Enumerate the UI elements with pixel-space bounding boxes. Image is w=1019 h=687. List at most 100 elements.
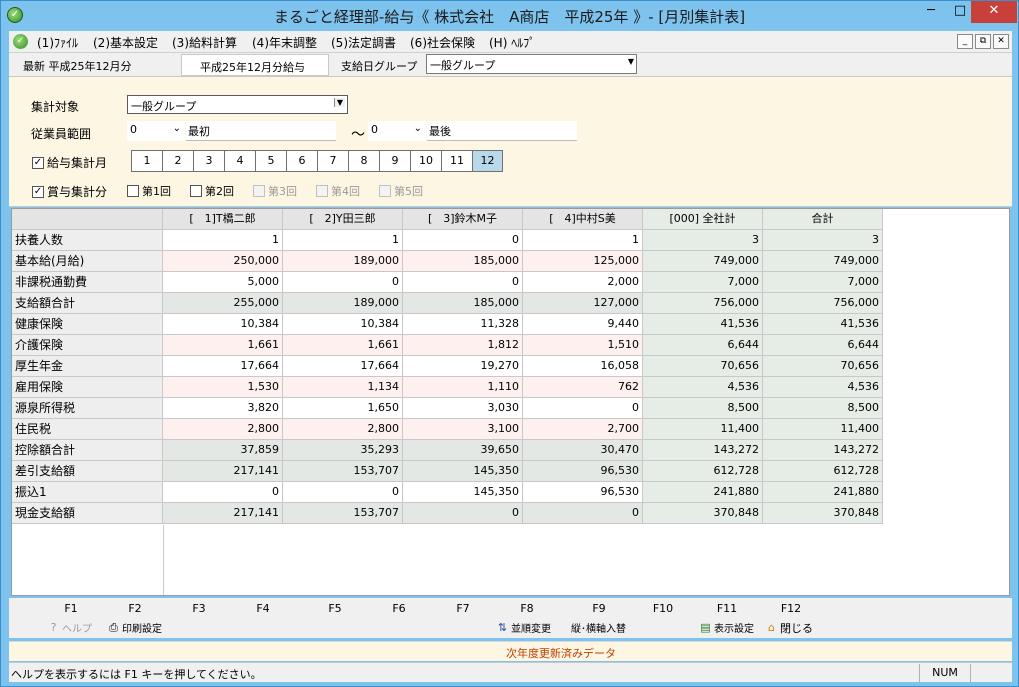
table-cell[interactable]: 127,000 bbox=[523, 293, 643, 314]
month-7[interactable]: 7 bbox=[317, 150, 348, 172]
menu-legal-reports[interactable]: (5)法定調書 bbox=[331, 34, 396, 51]
swap-axis-command[interactable]: 縦･横軸入替 bbox=[571, 620, 626, 635]
month-1[interactable]: 1 bbox=[131, 150, 162, 172]
month-11[interactable]: 11 bbox=[441, 150, 472, 172]
mdi-minimize-button[interactable]: _ bbox=[957, 34, 973, 49]
table-cell[interactable]: 9,440 bbox=[523, 314, 643, 335]
table-cell[interactable]: 1,661 bbox=[283, 335, 403, 356]
bonus-2-checkbox[interactable]: 第2回 bbox=[190, 183, 234, 199]
menu-year-end[interactable]: (4)年末調整 bbox=[252, 34, 317, 51]
table-cell[interactable]: 96,530 bbox=[523, 482, 643, 503]
month-2[interactable]: 2 bbox=[162, 150, 193, 172]
column-header[interactable]: [ 1]T橋二郎 bbox=[163, 209, 283, 230]
fkey-f11[interactable]: F11 bbox=[707, 602, 747, 615]
title-bar[interactable]: ✓ まるごと経理部-給与《 株式会社 A商店 平成25年 》- [月別集計表] … bbox=[1, 1, 1018, 31]
table-cell[interactable]: 189,000 bbox=[283, 251, 403, 272]
month-3[interactable]: 3 bbox=[193, 150, 224, 172]
range-to-select[interactable]: 0 ⌄ bbox=[368, 121, 426, 141]
column-header[interactable]: 合計 bbox=[763, 209, 883, 230]
range-from-select[interactable]: 0 ⌄ bbox=[127, 121, 185, 141]
table-cell[interactable]: 17,664 bbox=[283, 356, 403, 377]
table-cell[interactable]: 749,000 bbox=[763, 251, 883, 272]
table-cell[interactable]: 70,656 bbox=[763, 356, 883, 377]
table-cell[interactable]: 41,536 bbox=[763, 314, 883, 335]
table-cell[interactable]: 189,000 bbox=[283, 293, 403, 314]
menu-basic-settings[interactable]: (2)基本設定 bbox=[93, 34, 158, 51]
table-cell[interactable]: 3 bbox=[763, 230, 883, 251]
fkey-f12[interactable]: F12 bbox=[771, 602, 811, 615]
table-cell[interactable]: 241,880 bbox=[643, 482, 763, 503]
monthly-summary-grid[interactable]: [ 1]T橋二郎[ 2]Y田三郎[ 3]鈴木M子[ 4]中村S美 [000] 全社… bbox=[11, 208, 1010, 596]
table-cell[interactable]: 1 bbox=[163, 230, 283, 251]
table-cell[interactable]: 8,500 bbox=[763, 398, 883, 419]
table-cell[interactable]: 153,707 bbox=[283, 503, 403, 524]
table-cell[interactable]: 241,880 bbox=[763, 482, 883, 503]
table-cell[interactable]: 30,470 bbox=[523, 440, 643, 461]
fkey-f2[interactable]: F2 bbox=[115, 602, 155, 615]
table-cell[interactable]: 217,141 bbox=[163, 461, 283, 482]
table-cell[interactable]: 3,820 bbox=[163, 398, 283, 419]
table-cell[interactable]: 0 bbox=[283, 272, 403, 293]
table-cell[interactable]: 756,000 bbox=[643, 293, 763, 314]
table-cell[interactable]: 11,400 bbox=[643, 419, 763, 440]
table-cell[interactable]: 7,000 bbox=[763, 272, 883, 293]
fkey-f4[interactable]: F4 bbox=[243, 602, 283, 615]
month-10[interactable]: 10 bbox=[410, 150, 441, 172]
table-cell[interactable]: 19,270 bbox=[403, 356, 523, 377]
close-command[interactable]: ⌂ 閉じる bbox=[765, 620, 813, 636]
bonus-checkbox[interactable]: ✓ 賞与集計分 bbox=[32, 183, 107, 200]
table-cell[interactable]: 41,536 bbox=[643, 314, 763, 335]
table-cell[interactable]: 0 bbox=[403, 230, 523, 251]
display-settings-command[interactable]: ▤ 表示設定 bbox=[699, 620, 754, 635]
table-cell[interactable]: 0 bbox=[403, 503, 523, 524]
sort-order-command[interactable]: ⇅ 並順変更 bbox=[496, 620, 551, 635]
table-cell[interactable]: 185,000 bbox=[403, 251, 523, 272]
fkey-f10[interactable]: F10 bbox=[643, 602, 683, 615]
table-cell[interactable]: 2,000 bbox=[523, 272, 643, 293]
table-cell[interactable]: 39,650 bbox=[403, 440, 523, 461]
bonus-1-checkbox[interactable]: 第1回 bbox=[127, 183, 171, 199]
table-cell[interactable]: 612,728 bbox=[643, 461, 763, 482]
table-cell[interactable]: 1,110 bbox=[403, 377, 523, 398]
table-cell[interactable]: 70,656 bbox=[643, 356, 763, 377]
month-12[interactable]: 12 bbox=[472, 150, 503, 172]
table-cell[interactable]: 255,000 bbox=[163, 293, 283, 314]
table-cell[interactable]: 11,400 bbox=[763, 419, 883, 440]
menu-help[interactable]: (H) ﾍﾙﾌﾟ bbox=[489, 34, 535, 51]
column-header[interactable]: [ 2]Y田三郎 bbox=[283, 209, 403, 230]
table-cell[interactable]: 250,000 bbox=[163, 251, 283, 272]
table-cell[interactable]: 0 bbox=[403, 272, 523, 293]
table-cell[interactable]: 6,644 bbox=[643, 335, 763, 356]
month-6[interactable]: 6 bbox=[286, 150, 317, 172]
table-cell[interactable]: 756,000 bbox=[763, 293, 883, 314]
table-cell[interactable]: 2,800 bbox=[283, 419, 403, 440]
table-cell[interactable]: 7,000 bbox=[643, 272, 763, 293]
month-8[interactable]: 8 bbox=[348, 150, 379, 172]
table-cell[interactable]: 10,384 bbox=[283, 314, 403, 335]
table-cell[interactable]: 3,030 bbox=[403, 398, 523, 419]
print-settings-command[interactable]: ⎙ 印刷設定 bbox=[107, 620, 162, 635]
table-cell[interactable]: 8,500 bbox=[643, 398, 763, 419]
table-cell[interactable]: 10,384 bbox=[163, 314, 283, 335]
table-cell[interactable]: 0 bbox=[283, 482, 403, 503]
table-cell[interactable]: 145,350 bbox=[403, 461, 523, 482]
fkey-f9[interactable]: F9 bbox=[579, 602, 619, 615]
table-cell[interactable]: 762 bbox=[523, 377, 643, 398]
table-cell[interactable]: 4,536 bbox=[763, 377, 883, 398]
table-cell[interactable]: 612,728 bbox=[763, 461, 883, 482]
mdi-restore-button[interactable]: ⧉ bbox=[975, 34, 991, 49]
table-cell[interactable]: 16,058 bbox=[523, 356, 643, 377]
table-cell[interactable]: 6,644 bbox=[763, 335, 883, 356]
table-cell[interactable]: 3 bbox=[643, 230, 763, 251]
month-4[interactable]: 4 bbox=[224, 150, 255, 172]
table-cell[interactable]: 125,000 bbox=[523, 251, 643, 272]
table-cell[interactable]: 749,000 bbox=[643, 251, 763, 272]
table-cell[interactable]: 370,848 bbox=[763, 503, 883, 524]
table-cell[interactable]: 37,859 bbox=[163, 440, 283, 461]
table-cell[interactable]: 143,272 bbox=[643, 440, 763, 461]
fkey-f5[interactable]: F5 bbox=[315, 602, 355, 615]
table-cell[interactable]: 1,530 bbox=[163, 377, 283, 398]
payday-group-select[interactable]: 一般グループ ▼ bbox=[426, 54, 637, 74]
menu-social-insurance[interactable]: (6)社会保険 bbox=[410, 34, 475, 51]
maximize-button[interactable]: □ bbox=[946, 1, 974, 23]
